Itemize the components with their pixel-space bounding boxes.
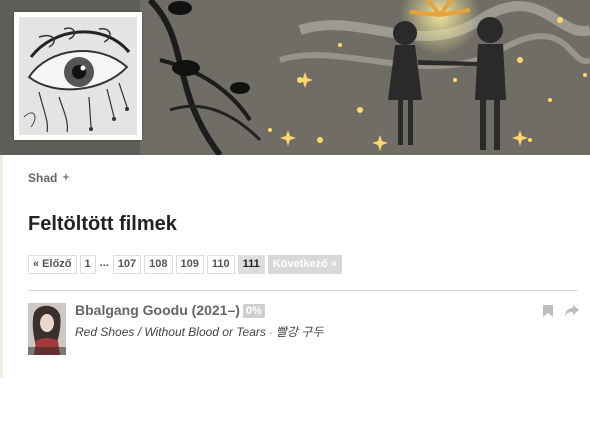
pager-prev-button[interactable]: « Előző [28,255,77,274]
film-list-item: Bbalgang Goodu (2021–) 0% Red Shoes / Wit… [28,302,583,358]
pager-page[interactable]: 108 [144,255,173,274]
divider [28,290,578,291]
film-alt-title: Red Shoes / Without Blood or Tears [75,325,266,339]
film-title-row: Bbalgang Goodu (2021–) 0% [75,302,265,318]
page-title: Feltöltött filmek [28,213,177,235]
pager-ellipsis: ... [98,255,110,274]
pager-page[interactable]: 109 [175,255,204,274]
user-settings-icon[interactable] [61,172,71,185]
film-original-title: 빨강 구두 [275,325,324,339]
username-link[interactable]: Shad [28,171,57,185]
username-row: Shad [28,171,71,185]
avatar-image [19,17,137,135]
rating-badge: 0% [242,304,265,318]
film-poster[interactable] [28,303,66,355]
pager-page-first[interactable]: 1 [79,255,96,274]
pager-page-current: 111 [237,255,265,274]
film-alt-titles: Red Shoes / Without Blood or Tears · 빨강 구두 [75,323,323,340]
share-icon[interactable] [564,304,580,318]
pager-next-button[interactable]: Következő » [267,255,342,274]
pagination: « Előző 1 ... 107 108 109 110 111 Követk… [28,255,342,274]
pager-page[interactable]: 107 [112,255,142,274]
title-separator: · [268,325,273,339]
avatar[interactable] [14,12,142,140]
film-title-link[interactable]: Bbalgang Goodu (2021–) [75,302,240,318]
bookmark-icon[interactable] [542,304,554,318]
pager-page[interactable]: 110 [206,255,235,274]
